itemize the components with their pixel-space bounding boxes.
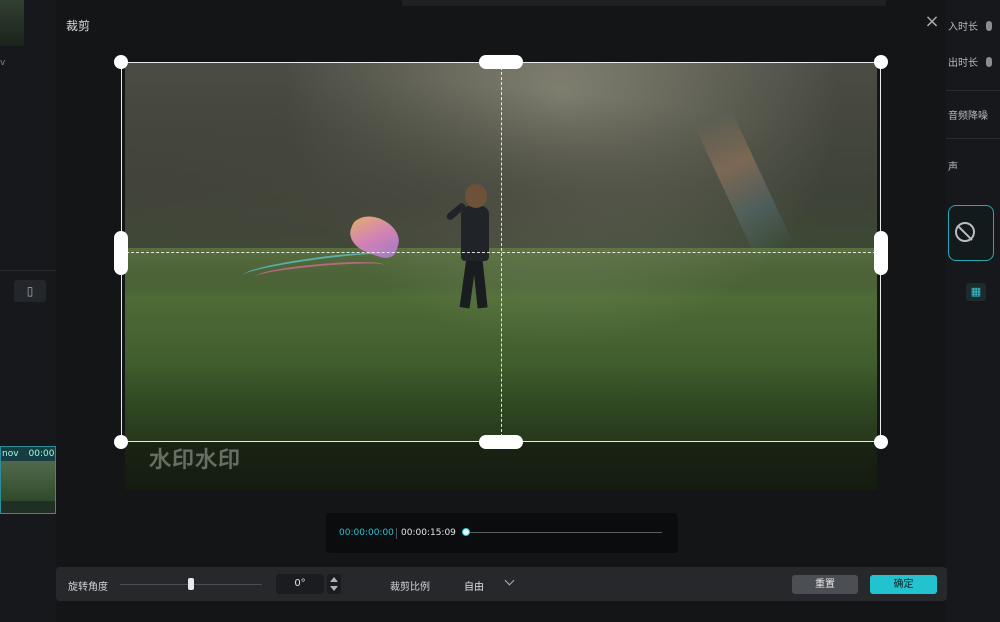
crop-grid-line-horizontal bbox=[121, 252, 881, 253]
scrubber-track[interactable] bbox=[466, 532, 662, 533]
crop-handle-top[interactable] bbox=[479, 55, 523, 69]
divider bbox=[946, 90, 1000, 91]
crop-handle-left[interactable] bbox=[114, 231, 128, 275]
current-time: 00:00:00:00 bbox=[339, 528, 394, 538]
total-time: 00:00:15:09 bbox=[401, 528, 456, 538]
crop-ratio-value: 自由 bbox=[464, 582, 484, 593]
audio-denoise-label: 音频降噪 bbox=[948, 111, 988, 122]
crop-ratio-select[interactable]: 自由 bbox=[460, 574, 522, 594]
fade-out-slider-handle[interactable] bbox=[986, 57, 992, 67]
crop-handle-top-right[interactable] bbox=[874, 55, 888, 69]
rotation-input[interactable]: 0° bbox=[276, 574, 324, 594]
background-strip bbox=[402, 0, 886, 6]
fade-in-label: 入时长 bbox=[948, 22, 978, 33]
clip-name: nov bbox=[2, 449, 19, 459]
rotation-stepper bbox=[327, 574, 341, 594]
background-thumbnail bbox=[0, 0, 24, 46]
crop-handle-bottom-left[interactable] bbox=[114, 435, 128, 449]
waveform-icon[interactable]: ▦ bbox=[966, 283, 986, 301]
clip-thumbnail bbox=[1, 461, 55, 501]
confirm-button[interactable]: 确定 bbox=[870, 575, 937, 594]
prohibited-icon bbox=[955, 222, 975, 242]
rotation-label: 旋转角度 bbox=[68, 582, 108, 593]
chevron-up-icon[interactable] bbox=[330, 577, 338, 582]
clip-time: 00:00:1 bbox=[28, 449, 55, 459]
timeline-clip[interactable]: nov 00:00:1 bbox=[0, 446, 56, 514]
reset-button[interactable]: 重置 bbox=[792, 575, 858, 594]
background-left-label: v bbox=[0, 58, 6, 68]
fade-out-label: 出时长 bbox=[948, 58, 978, 69]
chevron-down-icon[interactable] bbox=[330, 586, 338, 591]
background-left-panel bbox=[0, 0, 56, 622]
crop-ratio-label: 裁剪比例 bbox=[390, 582, 430, 593]
crop-handle-bottom[interactable] bbox=[479, 435, 523, 449]
crop-handle-top-left[interactable] bbox=[114, 55, 128, 69]
chevron-down-icon bbox=[504, 575, 515, 586]
divider bbox=[946, 138, 1000, 139]
fade-in-slider-handle[interactable] bbox=[986, 21, 992, 31]
rotation-slider-handle[interactable] bbox=[188, 578, 194, 590]
divider bbox=[0, 270, 56, 271]
crop-handle-bottom-right[interactable] bbox=[874, 435, 888, 449]
scrubber-handle[interactable] bbox=[462, 528, 470, 536]
close-icon[interactable]: × bbox=[922, 12, 942, 32]
watermark-text: 水印水印 bbox=[149, 448, 242, 473]
time-divider bbox=[396, 528, 397, 539]
no-effect-button[interactable] bbox=[948, 205, 994, 261]
split-view-button[interactable]: ▯ bbox=[14, 280, 46, 302]
voice-label: 声 bbox=[948, 162, 958, 173]
dialog-title: 裁剪 bbox=[66, 19, 91, 33]
background-right-panel bbox=[946, 0, 1000, 622]
crop-handle-right[interactable] bbox=[874, 231, 888, 275]
clip-header: nov 00:00:1 bbox=[1, 447, 55, 461]
